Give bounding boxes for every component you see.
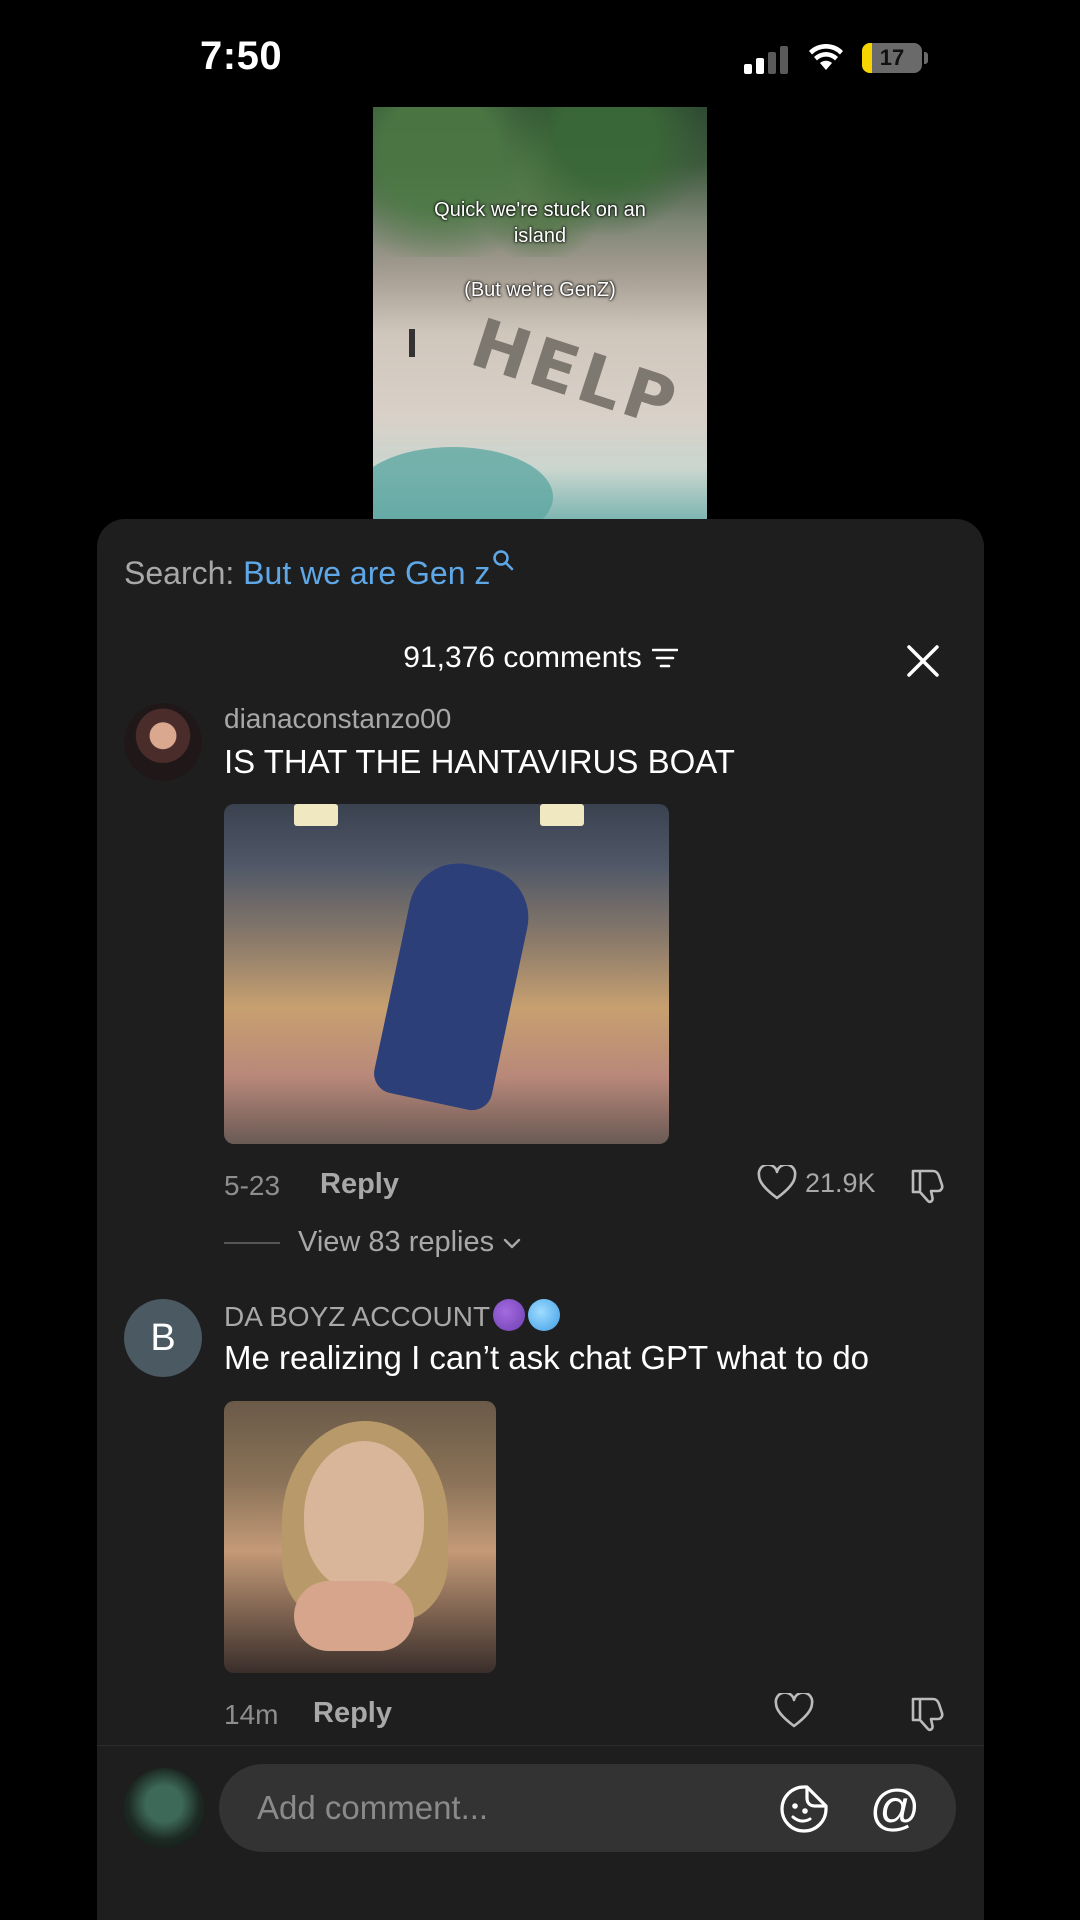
comment-image[interactable] [224, 1401, 496, 1673]
avatar-letter: B [150, 1316, 176, 1359]
dislike-icon[interactable] [907, 1693, 947, 1733]
devil-emoji-icon [493, 1299, 526, 1331]
subject-hand [294, 1581, 414, 1651]
comment-image[interactable] [224, 804, 669, 1144]
comments-panel: Search: But we are Gen z 91,376 comments… [97, 519, 984, 1920]
search-label: Search: [124, 555, 235, 591]
at-icon[interactable]: @ [867, 1780, 923, 1836]
cold-face-emoji-icon [528, 1299, 561, 1331]
cellular-signal-icon [744, 44, 790, 74]
avatar[interactable]: B [124, 1299, 202, 1377]
like-count: 21.9K [805, 1167, 876, 1198]
battery-tip [924, 52, 928, 64]
dislike-icon[interactable] [907, 1165, 947, 1205]
video-caption-line1: Quick we're stuck on an [434, 199, 646, 221]
comments-header: 91,376 comments [97, 641, 984, 675]
filter-icon[interactable] [651, 647, 678, 669]
battery-icon: 17 [862, 43, 922, 73]
like-button[interactable]: 21.9K [757, 1165, 876, 1201]
stage-light [294, 804, 338, 826]
comment-username: DA BOYZ ACCOUNT [224, 1301, 491, 1332]
avatar[interactable] [124, 703, 202, 781]
video-caption-line3: (But we're GenZ) [464, 279, 616, 301]
status-bar: 7:50 17 [0, 0, 1080, 110]
heart-icon[interactable] [774, 1693, 814, 1729]
chevron-down-icon [503, 1238, 521, 1248]
comment-username[interactable]: dianaconstanzo00 [224, 703, 451, 735]
comment-text: IS THAT THE HANTAVIRUS BOAT [224, 743, 735, 780]
heart-icon [757, 1165, 797, 1200]
reply-button[interactable]: Reply [320, 1168, 399, 1201]
performer-figure [370, 854, 538, 1114]
video-sea [373, 447, 553, 519]
comment-username-row[interactable]: DA BOYZ ACCOUNT [224, 1299, 561, 1333]
search-query[interactable]: But we are Gen z [243, 555, 490, 591]
search-icon [493, 550, 514, 571]
close-icon[interactable] [905, 643, 941, 679]
my-avatar[interactable] [124, 1768, 204, 1848]
comment-date: 5-23 [224, 1170, 281, 1201]
search-suggestion[interactable]: Search: But we are Gen z [124, 550, 514, 592]
comment-text: Me realizing I can’t ask chat GPT what t… [224, 1339, 870, 1376]
comment-date: 14m [224, 1699, 279, 1730]
video-caption-line2: island [513, 225, 567, 247]
battery-percent: 17 [879, 45, 905, 70]
reply-button[interactable]: Reply [313, 1697, 392, 1730]
comment-input-bar: @ [97, 1745, 984, 1920]
video-thumbnail[interactable]: HELP Quick we're stuck on an island (But… [373, 107, 707, 519]
view-replies-button[interactable]: View 83 replies [224, 1226, 524, 1259]
subject-face [304, 1441, 424, 1591]
replies-divider [224, 1241, 280, 1244]
comment-input[interactable] [257, 1764, 777, 1852]
comment-input-container[interactable]: @ [219, 1764, 956, 1852]
sticker-icon[interactable] [779, 1784, 829, 1834]
status-time: 7:50 [200, 34, 283, 78]
video-sand-text: HELP [461, 304, 689, 445]
stage-light [540, 804, 584, 826]
video-person [409, 329, 415, 357]
view-replies-label: View 83 replies [298, 1226, 495, 1258]
wifi-icon [809, 43, 843, 70]
comment-count: 91,376 comments [403, 641, 642, 674]
